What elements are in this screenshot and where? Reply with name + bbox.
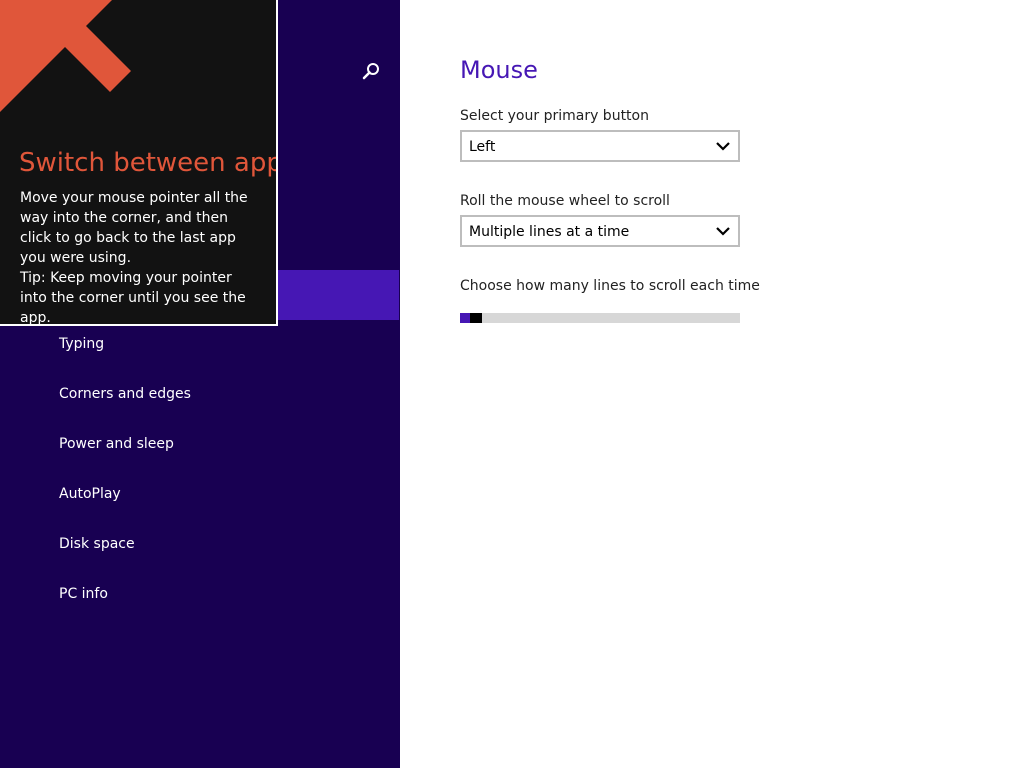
page-title: Mouse bbox=[460, 56, 538, 84]
tip-description: Move your mouse pointer all the way into… bbox=[20, 190, 248, 266]
nav-item-disk-space[interactable]: Disk space bbox=[59, 534, 135, 554]
slider-fill bbox=[460, 313, 470, 323]
scroll-lines-label: Choose how many lines to scroll each tim… bbox=[460, 278, 760, 294]
tip-hint: Tip: Keep moving your pointer into the c… bbox=[20, 270, 246, 326]
nav-item-pc-info[interactable]: PC info bbox=[59, 584, 108, 604]
tip-flyout: Switch between apps Move your mouse poin… bbox=[0, 0, 278, 326]
search-icon[interactable] bbox=[360, 60, 382, 82]
wheel-scroll-dropdown[interactable]: Multiple lines at a time bbox=[460, 215, 740, 247]
tip-title: Switch between apps bbox=[19, 148, 278, 178]
chevron-down-icon bbox=[716, 227, 730, 236]
nav-item-corners-and-edges[interactable]: Corners and edges bbox=[59, 384, 191, 404]
nav-item-typing[interactable]: Typing bbox=[59, 334, 104, 354]
primary-button-label: Select your primary button bbox=[460, 108, 649, 124]
primary-button-dropdown[interactable]: Left bbox=[460, 130, 740, 162]
tip-body: Move your mouse pointer all the way into… bbox=[20, 188, 260, 326]
pc-settings-window: Typing Corners and edges Power and sleep… bbox=[0, 0, 1024, 768]
nav-item-autoplay[interactable]: AutoPlay bbox=[59, 484, 121, 504]
chevron-down-icon bbox=[716, 142, 730, 151]
nav-item-power-and-sleep[interactable]: Power and sleep bbox=[59, 434, 174, 454]
wheel-scroll-label: Roll the mouse wheel to scroll bbox=[460, 193, 670, 209]
primary-button-value: Left bbox=[469, 139, 496, 155]
arrow-up-left-icon bbox=[0, 0, 131, 112]
scroll-lines-slider[interactable] bbox=[460, 313, 740, 323]
slider-thumb[interactable] bbox=[470, 313, 482, 323]
wheel-scroll-value: Multiple lines at a time bbox=[469, 224, 630, 240]
